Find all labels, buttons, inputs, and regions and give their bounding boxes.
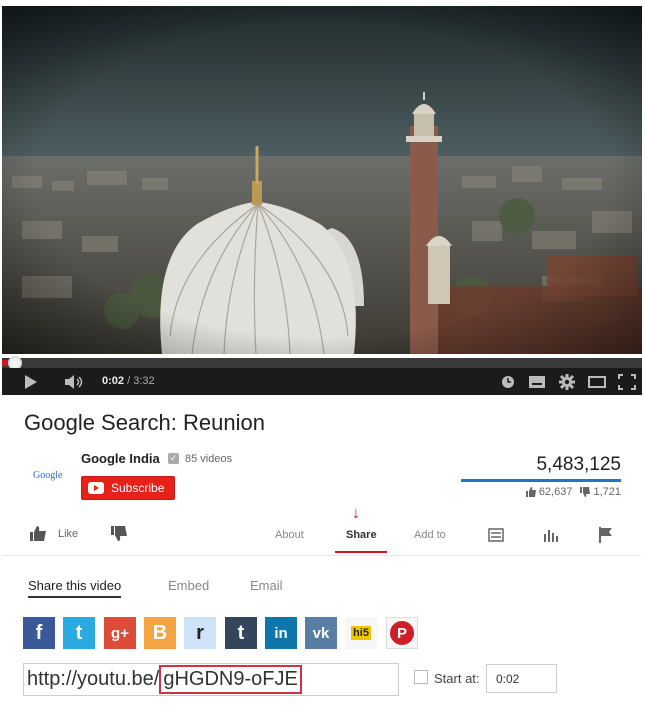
twitter-share-button[interactable]: t xyxy=(63,617,95,649)
current-time: 0:02 xyxy=(102,375,125,387)
sentiment-like-fill xyxy=(461,479,617,482)
play-button[interactable] xyxy=(22,372,40,392)
video-player[interactable]: 0:02 / 3:32 xyxy=(0,0,645,395)
video-thumbnail xyxy=(2,6,642,354)
duration: 3:32 xyxy=(133,375,155,387)
gear-icon xyxy=(559,374,575,390)
channel-video-count[interactable]: 85 videos xyxy=(185,453,232,465)
settings-button[interactable] xyxy=(556,372,578,392)
blogger-icon: B xyxy=(152,621,168,644)
channel-logo[interactable]: Google xyxy=(33,470,62,481)
like-count: 62,637 xyxy=(538,486,573,498)
transcript-icon xyxy=(488,528,504,542)
google-plus-icon: g+ xyxy=(111,624,129,642)
watch-later-button[interactable] xyxy=(498,372,518,392)
vk-share-button[interactable]: vk xyxy=(305,617,337,649)
subscribe-button[interactable]: Subscribe xyxy=(81,476,175,500)
twitter-icon: t xyxy=(75,621,83,644)
report-button[interactable] xyxy=(596,525,616,545)
like-count-group: 62,637 xyxy=(525,486,573,498)
share-tab-email[interactable]: Email xyxy=(250,578,283,593)
progress-bar[interactable] xyxy=(2,356,642,370)
tab-add-to[interactable]: Add to xyxy=(414,529,446,541)
start-at-checkbox[interactable] xyxy=(414,670,428,684)
share-url-field[interactable]: http://youtu.be/gHGDN9-oFJE xyxy=(23,663,399,696)
google-plus-share-button[interactable]: g+ xyxy=(104,617,136,649)
arrow-down-icon: ↓ xyxy=(352,505,360,522)
reddit-icon: r xyxy=(196,621,204,644)
captions-icon xyxy=(529,376,545,388)
volume-icon xyxy=(65,375,83,389)
control-bar: 0:02 / 3:32 xyxy=(2,368,642,395)
tab-share[interactable]: Share xyxy=(346,529,377,541)
start-time-input[interactable]: 0:02 xyxy=(486,664,557,693)
tab-about[interactable]: About xyxy=(275,529,304,541)
video-frame[interactable] xyxy=(2,6,642,354)
thumbs-down-icon xyxy=(580,487,591,497)
section-divider xyxy=(2,555,641,556)
captions-button[interactable] xyxy=(526,372,548,392)
tumblr-icon: t xyxy=(237,621,245,644)
start-at-label: Start at: xyxy=(434,671,480,686)
time-display: 0:02 / 3:32 xyxy=(102,375,155,387)
time-separator: / xyxy=(127,375,131,387)
play-icon xyxy=(25,375,37,389)
reddit-share-button[interactable]: r xyxy=(184,617,216,649)
view-count: 5,483,125 xyxy=(536,454,621,475)
channel-name[interactable]: Google India xyxy=(81,451,160,466)
statistics-button[interactable] xyxy=(541,525,561,545)
vk-icon: vk xyxy=(312,624,330,642)
pinterest-share-button[interactable]: P xyxy=(386,617,418,649)
verified-icon: ✓ xyxy=(168,453,179,464)
facebook-icon: f xyxy=(35,621,43,644)
url-video-id: gHGDN9-oFJE xyxy=(159,665,302,694)
flag-icon xyxy=(599,527,612,543)
dislike-button[interactable] xyxy=(111,526,127,541)
hi5-share-button[interactable]: hi5 xyxy=(345,617,377,649)
share-tab-share[interactable]: Share this video xyxy=(28,578,122,598)
fullscreen-button[interactable] xyxy=(616,372,638,392)
thumbs-up-icon xyxy=(30,526,46,541)
tumblr-share-button[interactable]: t xyxy=(225,617,257,649)
like-dislike-counts: 62,637 1,721 xyxy=(525,486,621,498)
theater-icon xyxy=(588,376,606,388)
clock-icon xyxy=(502,376,514,388)
subscribe-label: Subscribe xyxy=(111,481,165,495)
youtube-logo-icon xyxy=(88,482,104,494)
blogger-share-button[interactable]: B xyxy=(144,617,176,649)
linkedin-share-button[interactable]: in xyxy=(265,617,297,649)
hi5-icon: hi5 xyxy=(351,626,371,640)
dislike-count: 1,721 xyxy=(593,486,621,498)
share-tab-embed[interactable]: Embed xyxy=(168,578,209,593)
like-label: Like xyxy=(58,527,79,540)
linkedin-icon: in xyxy=(274,624,288,642)
dislike-count-group: 1,721 xyxy=(580,486,621,498)
url-prefix: http://youtu.be/ xyxy=(27,668,160,690)
sentiment-bar xyxy=(461,479,621,482)
thumbs-down-icon xyxy=(111,526,127,541)
active-tab-indicator xyxy=(335,551,387,553)
bar-chart-icon xyxy=(544,530,558,542)
pinterest-icon: P xyxy=(390,621,414,645)
video-title: Google Search: Reunion xyxy=(24,410,265,435)
theater-mode-button[interactable] xyxy=(586,372,608,392)
volume-button[interactable] xyxy=(62,372,86,392)
fullscreen-icon xyxy=(618,374,636,390)
like-button[interactable]: Like xyxy=(30,526,78,541)
transcript-button[interactable] xyxy=(486,525,506,545)
thumbs-up-icon xyxy=(525,487,536,497)
facebook-share-button[interactable]: f xyxy=(23,617,55,649)
